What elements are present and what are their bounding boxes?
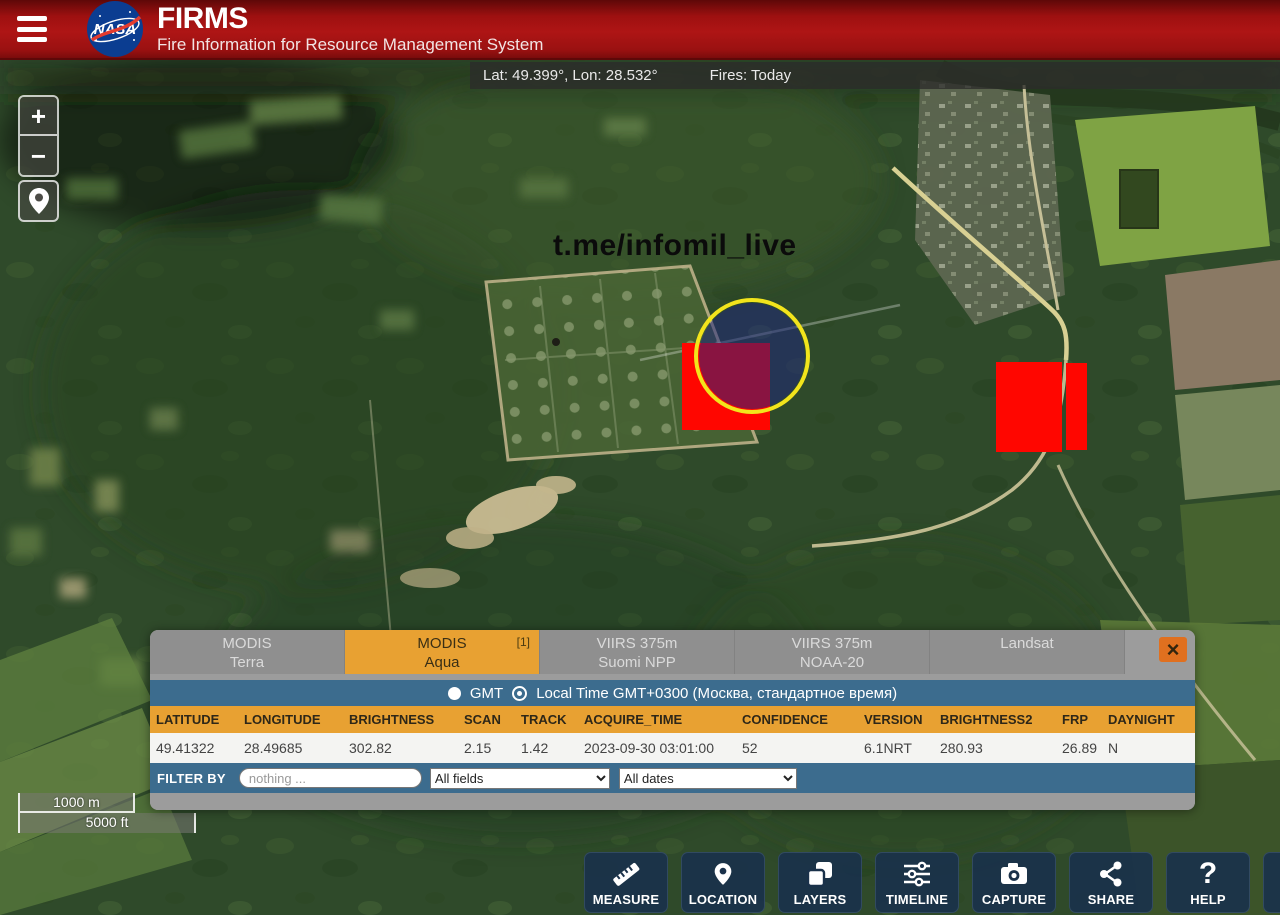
col-track[interactable]: TRACK — [515, 706, 578, 733]
tab-modis-terra[interactable]: MODIS Terra — [150, 630, 345, 674]
map-canvas[interactable]: Lat: 49.399°, Lon: 28.532° Fires: Today … — [0, 60, 1280, 915]
tab-modis-aqua[interactable]: [1] MODIS Aqua — [345, 630, 540, 674]
layers-button[interactable]: LAYERS — [778, 852, 862, 913]
app-header: NASA FIRMS Fire Information for Resource… — [0, 0, 1280, 60]
local-time-radio-label[interactable]: Local Time GMT+0300 (Москва, стандартное… — [536, 685, 897, 702]
fire-data-panel: MODIS Terra [1] MODIS Aqua VIIRS 375m Su… — [150, 630, 1195, 810]
filter-fields-select[interactable]: All fields — [430, 768, 610, 789]
location-pin-icon — [713, 859, 733, 889]
col-longitude[interactable]: LONGITUDE — [238, 706, 343, 733]
status-bar: Lat: 49.399°, Lon: 28.532° Fires: Today — [470, 62, 1280, 89]
col-confidence[interactable]: CONFIDENCE — [736, 706, 858, 733]
tab-viirs-suomi-npp[interactable]: VIIRS 375m Suomi NPP — [540, 630, 735, 674]
col-version[interactable]: VERSION — [858, 706, 934, 733]
measure-button[interactable]: MEASURE — [584, 852, 668, 913]
cursor-coordinates: Lat: 49.399°, Lon: 28.532° — [483, 67, 658, 84]
sensor-tabs: MODIS Terra [1] MODIS Aqua VIIRS 375m Su… — [150, 630, 1195, 674]
zoom-control: + − — [18, 95, 59, 177]
tabs-filler: × — [1125, 630, 1195, 674]
col-brightness2[interactable]: BRIGHTNESS2 — [934, 706, 1056, 733]
tab-count-badge: [1] — [517, 633, 530, 652]
fire-detection-square[interactable] — [1066, 363, 1087, 450]
zoom-in-button[interactable]: + — [20, 97, 57, 136]
nasa-logo[interactable]: NASA — [86, 0, 144, 58]
help-button[interactable]: ? HELP — [1166, 852, 1250, 913]
filter-by-label: FILTER BY — [157, 771, 226, 786]
page-subtitle: Fire Information for Resource Management… — [157, 35, 543, 55]
capture-button[interactable]: CAPTURE — [972, 852, 1056, 913]
ruler-icon — [611, 859, 641, 889]
share-button[interactable]: SHARE — [1069, 852, 1153, 913]
col-latitude[interactable]: LATITUDE — [150, 706, 238, 733]
tab-landsat[interactable]: Landsat — [930, 630, 1125, 674]
firms-app: NASA FIRMS Fire Information for Resource… — [0, 0, 1280, 915]
share-icon — [1098, 859, 1124, 889]
menu-hamburger-icon[interactable] — [17, 16, 51, 42]
filter-row: FILTER BY All fields All dates — [150, 763, 1195, 793]
locate-button[interactable] — [18, 180, 59, 222]
timeline-button[interactable]: TIMELINE — [875, 852, 959, 913]
col-scan[interactable]: SCAN — [458, 706, 515, 733]
watermark-text: t.me/infomil_live — [553, 229, 797, 263]
scale-imperial: 5000 ft — [18, 813, 196, 833]
selected-fire-highlight-ring — [694, 298, 810, 414]
location-button[interactable]: LOCATION — [681, 852, 765, 913]
question-mark-icon: ? — [1199, 859, 1217, 889]
layers-icon — [807, 859, 833, 889]
col-daynight[interactable]: DAYNIGHT — [1102, 706, 1195, 733]
local-time-radio[interactable] — [512, 686, 527, 701]
table-row[interactable]: 49.41322 28.49685 302.82 2.15 1.42 2023-… — [150, 733, 1195, 763]
page-title: FIRMS — [157, 4, 543, 34]
location-pin-icon — [27, 187, 51, 215]
panel-footer — [150, 793, 1195, 810]
fire-detections-table: LATITUDE LONGITUDE BRIGHTNESS SCAN TRACK… — [150, 706, 1195, 763]
fire-detection-square[interactable] — [996, 362, 1062, 452]
col-acquire-time[interactable]: ACQUIRE_TIME — [578, 706, 736, 733]
scale-metric: 1000 m — [18, 793, 135, 813]
table-header-row: LATITUDE LONGITUDE BRIGHTNESS SCAN TRACK… — [150, 706, 1195, 733]
gmt-radio-label[interactable]: GMT — [470, 685, 503, 702]
col-frp[interactable]: FRP — [1056, 706, 1102, 733]
camera-icon — [1000, 859, 1028, 889]
fires-date-label[interactable]: Fires: Today — [710, 67, 791, 84]
filter-dates-select[interactable]: All dates — [619, 768, 797, 789]
close-panel-button[interactable]: × — [1159, 637, 1187, 662]
filter-text-input[interactable] — [239, 768, 422, 788]
bottom-toolbar: MEASURE LOCATION LAYERS — [584, 852, 1280, 913]
toolbar-button-partial[interactable] — [1263, 852, 1280, 913]
zoom-out-button[interactable]: − — [20, 136, 57, 175]
gmt-radio[interactable] — [448, 687, 461, 700]
timeline-sliders-icon — [903, 859, 931, 889]
tab-viirs-noaa-20[interactable]: VIIRS 375m NOAA-20 — [735, 630, 930, 674]
time-toggle-row: GMT Local Time GMT+0300 (Москва, стандар… — [150, 680, 1195, 706]
col-brightness[interactable]: BRIGHTNESS — [343, 706, 458, 733]
